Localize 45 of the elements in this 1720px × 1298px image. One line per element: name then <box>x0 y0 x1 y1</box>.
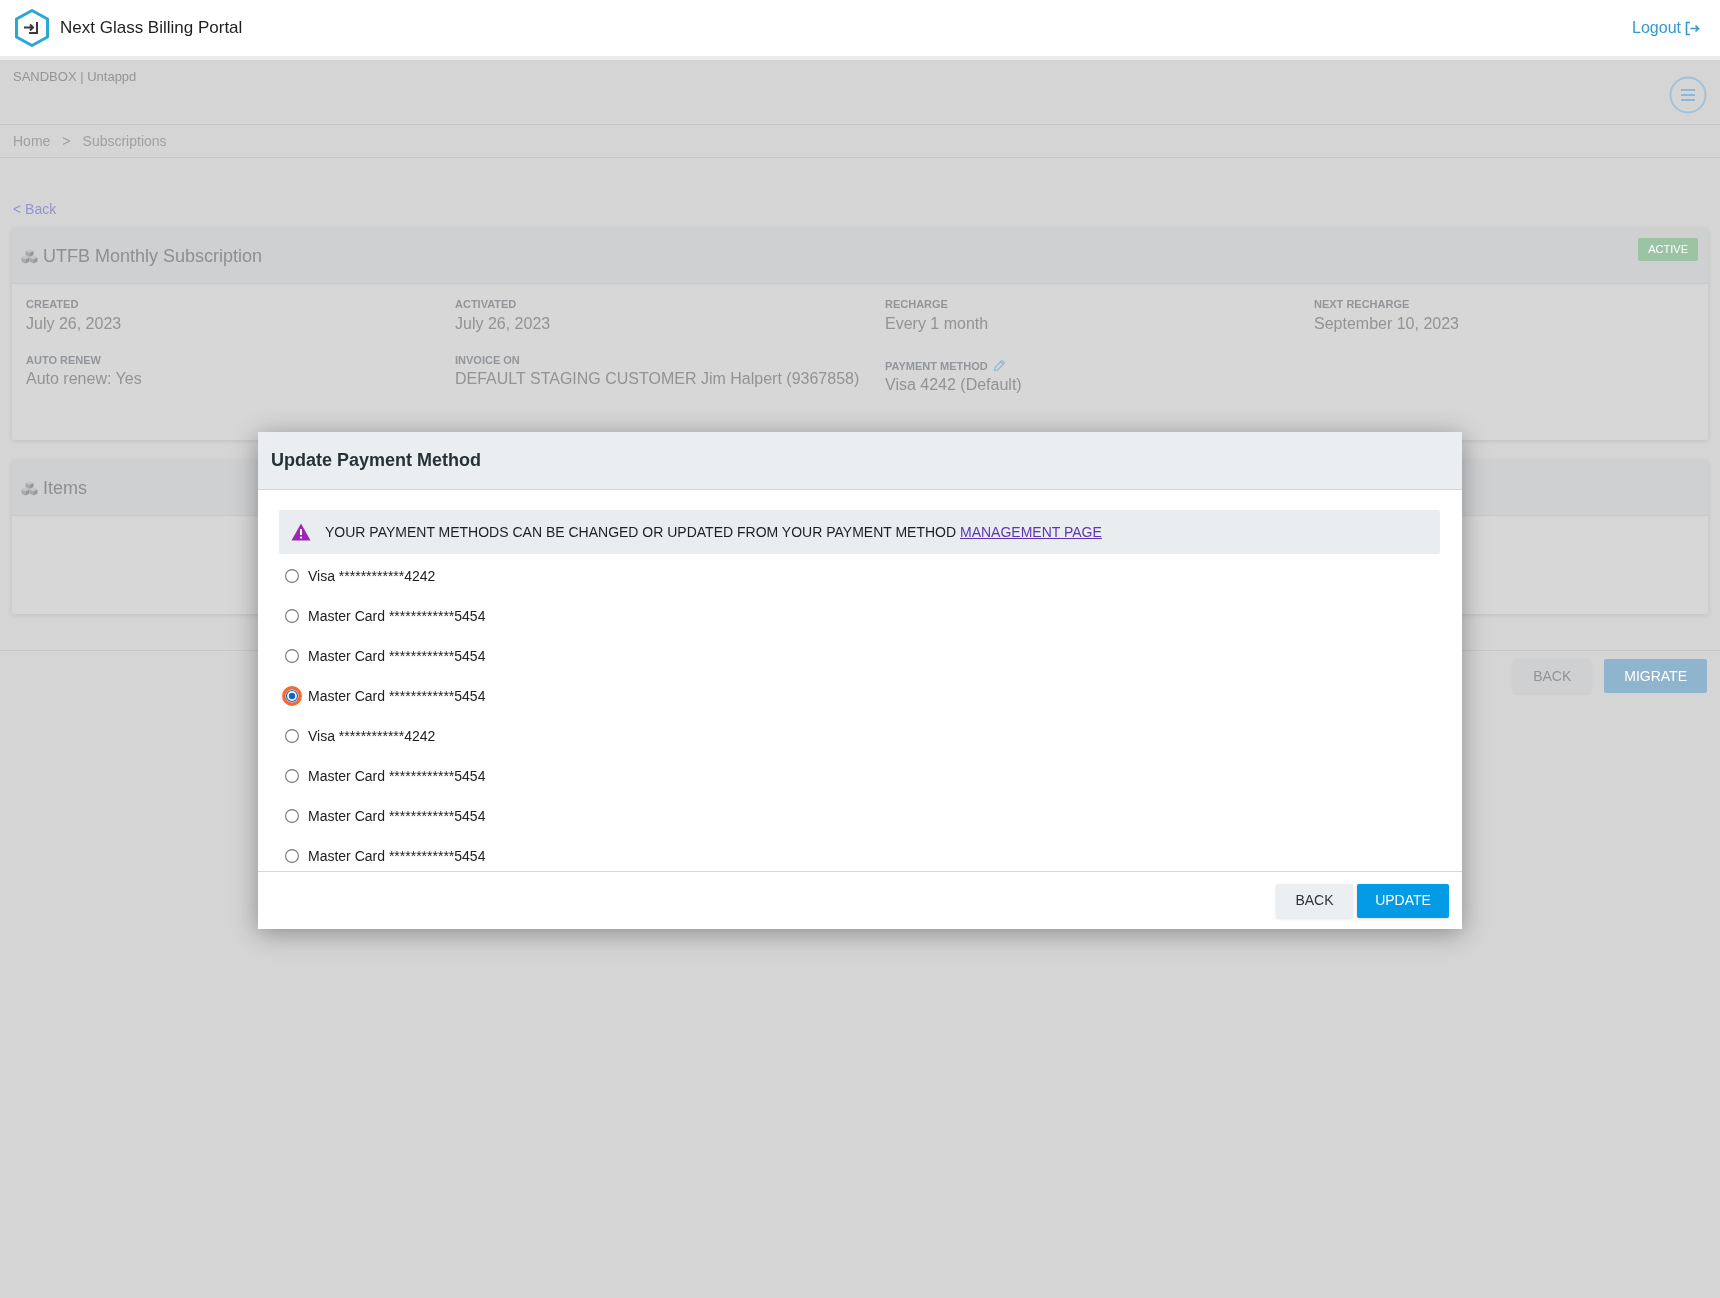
radio-button[interactable] <box>285 649 299 663</box>
field-value: July 26, 2023 <box>26 314 123 333</box>
status-badge: ACTIVE <box>1638 238 1698 261</box>
app-title: Next Glass Billing Portal <box>60 17 243 40</box>
payment-option-label[interactable]: Master Card ************5454 <box>308 845 486 867</box>
field-value: September 10, 2023 <box>1314 314 1460 333</box>
management-page-link[interactable]: MANAGEMENT PAGE <box>960 523 1102 540</box>
radio-button[interactable] <box>285 769 299 783</box>
payment-option-label[interactable]: Master Card ************5454 <box>308 765 486 787</box>
environment-label: SANDBOX | Untappd <box>13 68 137 86</box>
field-label: AUTO RENEW <box>26 352 101 368</box>
cubes-icon <box>21 479 38 497</box>
field-label: CREATED <box>26 297 79 312</box>
warning-icon <box>291 523 311 541</box>
radio-button[interactable] <box>285 609 299 623</box>
field-value: Every 1 month <box>885 314 990 333</box>
breadcrumb-separator: > <box>62 131 71 151</box>
payment-option-label[interactable]: Master Card ************5454 <box>308 605 486 627</box>
field-label: INVOICE ON <box>455 352 520 368</box>
payment-option-label[interactable]: Visa ************4242 <box>308 565 436 587</box>
field-value: DEFAULT STAGING CUSTOMER Jim Halpert (9367858) <box>455 370 861 388</box>
field-value: July 26, 2023 <box>455 314 552 333</box>
field-label: RECHARGE <box>885 297 948 312</box>
card-title: Items <box>43 476 87 500</box>
radio-button[interactable] <box>285 569 299 583</box>
card-title: UTFB Monthly Subscription <box>43 244 263 268</box>
field-label: ACTIVATED <box>455 297 517 312</box>
payment-option-label[interactable]: Master Card ************5454 <box>308 685 486 707</box>
logo-icon <box>14 8 50 48</box>
radio-button[interactable] <box>285 729 299 743</box>
logout-icon <box>1685 20 1700 36</box>
payment-option-label[interactable]: Visa ************4242 <box>308 725 436 747</box>
field-label: PAYMENT METHOD <box>885 358 988 374</box>
modal-title: Update Payment Method <box>271 449 482 472</box>
notice-text: YOUR PAYMENT METHODS CAN BE CHANGED OR UPDATED FROM YOUR PAYMENT METHOD MANAGEMENT PAGE <box>325 522 1102 542</box>
payment-option-label[interactable]: Master Card ************5454 <box>308 645 486 667</box>
radio-button[interactable] <box>285 849 299 863</box>
radio-button[interactable] <box>285 809 299 823</box>
cubes-icon <box>21 247 38 265</box>
field-label: NEXT RECHARGE <box>1314 297 1410 312</box>
radio-button[interactable] <box>282 686 302 706</box>
payment-option-label[interactable]: Master Card ************5454 <box>308 805 486 827</box>
field-value: Visa 4242 (Default) <box>885 376 1023 394</box>
modal-button[interactable]: BACK <box>1276 883 1353 918</box>
field-value: Auto renew: Yes <box>26 370 143 388</box>
